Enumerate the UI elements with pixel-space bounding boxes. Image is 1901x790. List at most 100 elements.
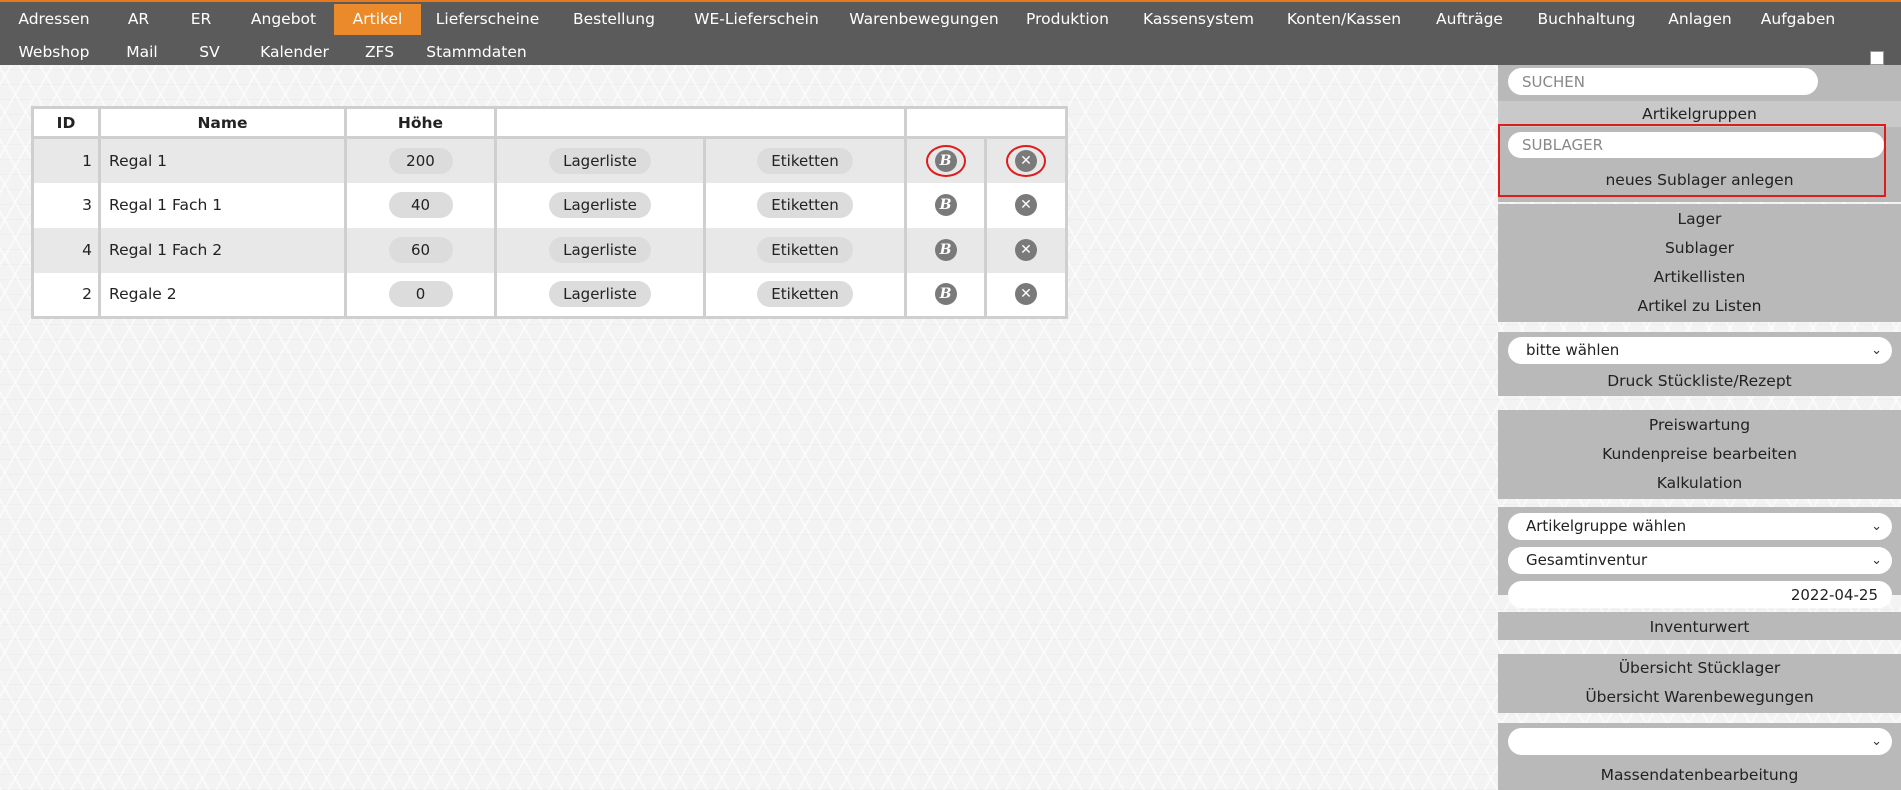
massendaten-select[interactable]: ⌄ [1508, 728, 1892, 755]
cell-list: Lagerliste [495, 227, 706, 273]
nav-mail[interactable]: Mail [108, 37, 176, 68]
table-row: 3 Regal 1 Fach 1 Lagerliste Etiketten B … [32, 182, 1067, 228]
nav-kassensystem[interactable]: Kassensystem [1126, 4, 1271, 35]
table-row: 2 Regale 2 Lagerliste Etiketten B ✕ [32, 272, 1067, 318]
table-header-row: ID Name Höhe [32, 107, 1067, 139]
sublager-table: ID Name Höhe 1 Regal 1 Lagerliste Etiket… [31, 106, 1068, 319]
druck-stueckliste-button[interactable]: Druck Stückliste/Rezept [1498, 368, 1901, 394]
etiketten-button[interactable]: Etiketten [757, 237, 853, 263]
etiketten-button[interactable]: Etiketten [757, 147, 853, 174]
massendatenbearbeitung-button[interactable]: Massendatenbearbeitung [1498, 762, 1901, 788]
chevron-down-icon: ⌄ [1871, 553, 1882, 568]
height-input[interactable] [388, 237, 453, 263]
kalkulation-link[interactable]: Kalkulation [1498, 470, 1901, 496]
col-header-name: Name [99, 107, 347, 139]
inventur-date-input[interactable] [1508, 581, 1892, 608]
artikel-zu-listen-link[interactable]: Artikel zu Listen [1498, 294, 1901, 319]
nav-sv[interactable]: SV [176, 37, 243, 68]
close-icon[interactable]: ✕ [1015, 150, 1037, 173]
close-icon[interactable]: ✕ [1015, 283, 1037, 306]
nav-angebot[interactable]: Angebot [233, 4, 334, 35]
cell-labels: Etiketten [704, 227, 907, 273]
right-sidebar: Artikelgruppen neues Sublager anlegen La… [1498, 65, 1901, 790]
chevron-down-icon: ⌄ [1871, 519, 1882, 534]
edit-b-icon[interactable]: B [934, 283, 957, 306]
cell-name: Regal 1 Fach 1 [99, 182, 347, 228]
nav-lieferscheine[interactable]: Lieferscheine [421, 4, 554, 35]
cell-id: 1 [32, 137, 101, 183]
height-input[interactable] [388, 192, 453, 218]
nav-konten-kassen[interactable]: Konten/Kassen [1271, 4, 1417, 35]
nav-produktion[interactable]: Produktion [1009, 4, 1126, 35]
close-icon[interactable]: ✕ [1015, 239, 1037, 261]
nav-zfs[interactable]: ZFS [346, 37, 413, 68]
cell-list: Lagerliste [495, 182, 706, 228]
inventurwert-button[interactable]: Inventurwert [1498, 614, 1901, 640]
lagerliste-button[interactable]: Lagerliste [549, 237, 651, 263]
edit-b-icon[interactable]: B [934, 239, 957, 261]
nav-auftraege[interactable]: Aufträge [1417, 4, 1522, 35]
cell-height [345, 227, 497, 273]
uebersicht-stuecklager-link[interactable]: Übersicht Stücklager [1498, 655, 1901, 681]
nav-we-lieferschein[interactable]: WE-Lieferschein [674, 4, 839, 35]
nav-webshop[interactable]: Webshop [0, 37, 108, 68]
highlight-ring: ✕ [1006, 144, 1046, 177]
nav-bestellung[interactable]: Bestellung [554, 4, 674, 35]
nav-stammdaten[interactable]: Stammdaten [413, 37, 540, 68]
cell-list: Lagerliste [495, 272, 706, 318]
nav-row-secondary: Webshop Mail SV Kalender ZFS Stammdaten [0, 37, 540, 68]
height-input[interactable] [388, 281, 453, 308]
nav-warenbewegungen[interactable]: Warenbewegungen [839, 4, 1009, 35]
col-header-id: ID [32, 107, 101, 139]
cell-height [345, 182, 497, 228]
inventur-select[interactable]: Gesamtinventur ⌄ [1508, 547, 1892, 574]
artikellisten-link[interactable]: Artikellisten [1498, 265, 1901, 290]
chevron-down-icon: ⌄ [1871, 734, 1882, 749]
col-header-buttons [905, 107, 1067, 139]
nav-row-main: Adressen AR ER Angebot Artikel Liefersch… [0, 4, 1847, 35]
nav-artikel[interactable]: Artikel [334, 4, 421, 35]
cell-delete: ✕ [985, 227, 1067, 273]
nav-ar[interactable]: AR [108, 4, 169, 35]
cell-edit: B [905, 182, 987, 228]
height-input[interactable] [388, 147, 453, 174]
nav-buchhaltung[interactable]: Buchhaltung [1522, 4, 1651, 35]
cell-labels: Etiketten [704, 182, 907, 228]
sublager-link[interactable]: Sublager [1498, 236, 1901, 261]
table-row: 4 Regal 1 Fach 2 Lagerliste Etiketten B … [32, 227, 1067, 273]
preiswartung-link[interactable]: Preiswartung [1498, 412, 1901, 438]
cell-id: 4 [32, 227, 101, 273]
artikelgruppe-select[interactable]: Artikelgruppe wählen ⌄ [1508, 513, 1892, 540]
edit-b-icon[interactable]: B [934, 194, 957, 216]
cell-height [345, 137, 497, 183]
lager-link[interactable]: Lager [1498, 207, 1901, 232]
lagerliste-button[interactable]: Lagerliste [549, 281, 651, 308]
uebersicht-warenbewegungen-link[interactable]: Übersicht Warenbewegungen [1498, 684, 1901, 710]
lagerliste-button[interactable]: Lagerliste [549, 192, 651, 218]
nav-er[interactable]: ER [169, 4, 233, 35]
nav-anlagen[interactable]: Anlagen [1651, 4, 1749, 35]
etiketten-button[interactable]: Etiketten [757, 281, 853, 308]
cell-labels: Etiketten [704, 137, 907, 183]
cell-id: 3 [32, 182, 101, 228]
nav-adressen[interactable]: Adressen [0, 4, 108, 35]
nav-kalender[interactable]: Kalender [243, 37, 346, 68]
col-header-actions [495, 107, 907, 139]
sidebar-toggle-checkbox[interactable] [1870, 51, 1884, 65]
lagerliste-button[interactable]: Lagerliste [549, 147, 651, 174]
cell-name: Regal 1 Fach 2 [99, 227, 347, 273]
kundenpreise-link[interactable]: Kundenpreise bearbeiten [1498, 441, 1901, 467]
etiketten-button[interactable]: Etiketten [757, 192, 853, 218]
edit-b-icon[interactable]: B [934, 150, 957, 173]
stueckliste-select[interactable]: bitte wählen ⌄ [1508, 337, 1892, 364]
cell-delete: ✕ [986, 183, 1067, 228]
search-input[interactable] [1508, 68, 1818, 95]
table-row: 1 Regal 1 Lagerliste Etiketten B ✕ [32, 137, 1067, 183]
cell-delete: ✕ [985, 137, 1067, 183]
close-icon[interactable]: ✕ [1015, 194, 1037, 216]
cell-edit: B [905, 137, 987, 183]
nav-aufgaben[interactable]: Aufgaben [1749, 4, 1847, 35]
cell-delete: ✕ [986, 273, 1067, 318]
cell-height [345, 272, 497, 318]
cell-name: Regal 1 [99, 137, 347, 183]
